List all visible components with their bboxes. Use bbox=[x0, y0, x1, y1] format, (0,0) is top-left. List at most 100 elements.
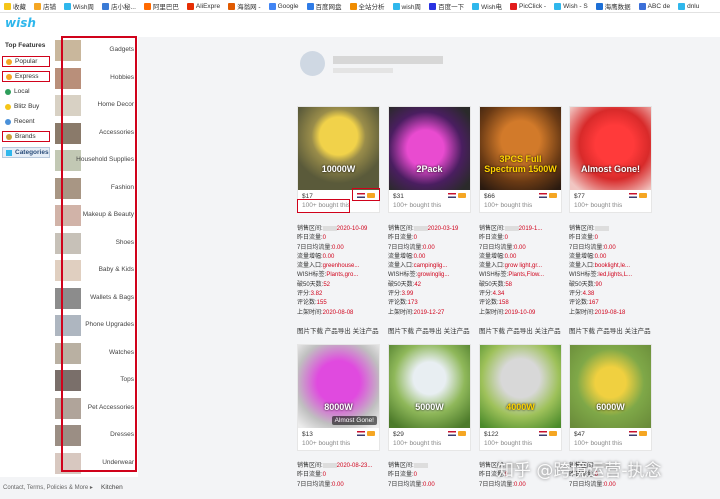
stat-label: 7日日均流量: bbox=[479, 244, 515, 251]
product-image[interactable]: 5000W bbox=[389, 345, 470, 428]
category-item[interactable]: Fashion bbox=[52, 175, 138, 202]
product-card[interactable]: 2Pack $31 100+ bought this bbox=[388, 106, 471, 213]
blurred-value bbox=[322, 462, 337, 468]
bookmark-item[interactable]: 百度一下 bbox=[425, 1, 468, 11]
bookmark-item[interactable]: wish周 bbox=[389, 1, 426, 11]
feature-item-popular[interactable]: Popular bbox=[2, 56, 50, 67]
bookmark-icon bbox=[392, 2, 400, 10]
product-image[interactable]: 8000W Almost Gone! bbox=[298, 345, 379, 428]
product-card[interactable]: 10000W $17 100+ bought this bbox=[297, 106, 380, 213]
bookmark-icon bbox=[306, 2, 314, 10]
product-card[interactable]: 5000W $29 100+ bought this bbox=[388, 344, 471, 451]
bookmark-item[interactable]: 店铺 bbox=[30, 1, 60, 11]
category-item[interactable]: Phone Upgrades bbox=[52, 312, 138, 339]
bookmark-item[interactable]: 收藏 bbox=[0, 1, 30, 11]
bookmark-item[interactable]: AliExpre bbox=[183, 2, 224, 10]
category-item-kitchen[interactable]: Kitchen bbox=[101, 484, 123, 491]
bookmark-item[interactable]: 百度网盘 bbox=[303, 1, 346, 11]
product-actions[interactable]: 图片下载 产品导出 关注产品 bbox=[388, 325, 470, 335]
stat-label: 流量增幅: bbox=[388, 253, 414, 260]
stat-value: 0.00 bbox=[423, 244, 435, 251]
category-item[interactable]: Watches bbox=[52, 340, 138, 367]
bookmark-item[interactable]: Wish电 bbox=[468, 1, 506, 11]
bookmark-item[interactable]: ABC de bbox=[635, 2, 674, 10]
product-card[interactable]: 4000W $122 100+ bought this bbox=[479, 344, 562, 451]
category-thumbnail bbox=[55, 397, 81, 419]
bought-count: 100+ bought this bbox=[393, 202, 442, 209]
category-item[interactable]: Dresses bbox=[52, 422, 138, 449]
product-image[interactable]: 3PCS Full Spectrum 1500W bbox=[480, 107, 561, 190]
bookmark-item[interactable]: 海翁网 - bbox=[224, 1, 264, 11]
bookmark-item[interactable]: Wish - S bbox=[550, 2, 592, 10]
stat-value: 2019-12-27 bbox=[413, 309, 445, 316]
product-image-caption: 8000W bbox=[324, 402, 353, 412]
feature-item-local[interactable]: Local bbox=[2, 86, 50, 97]
category-item[interactable]: Pet Accessories bbox=[52, 395, 138, 422]
stat-value: booklight,le... bbox=[594, 263, 631, 270]
product-card[interactable]: Almost Gone! $77 100+ bought this bbox=[569, 106, 652, 213]
stat-value: 2020-08-23... bbox=[336, 463, 373, 469]
feature-label: Brands bbox=[15, 133, 36, 140]
category-item[interactable]: Baby & Kids bbox=[52, 257, 138, 284]
stat-value: 52 bbox=[323, 281, 331, 288]
category-item[interactable]: Household Supplies bbox=[52, 147, 138, 174]
product-actions[interactable]: 图片下载 产品导出 关注产品 bbox=[569, 325, 651, 335]
bookmark-item[interactable]: Wish周 bbox=[60, 1, 98, 11]
stat-label: WISH标签: bbox=[297, 272, 327, 279]
bookmark-item[interactable]: 海鹰数据 bbox=[592, 1, 635, 11]
stat-row: 销售区间: 2019-1... bbox=[479, 225, 565, 234]
stat-row: 破50天数:52 bbox=[297, 281, 383, 290]
category-label: Accessories bbox=[98, 128, 134, 136]
bookmark-icon bbox=[64, 2, 71, 10]
bookmark-item[interactable]: 店小秘... bbox=[98, 1, 140, 11]
product-card[interactable]: 6000W $47 100+ bought this bbox=[569, 344, 652, 451]
wish-logo[interactable]: wish bbox=[5, 16, 36, 30]
bookmark-item[interactable]: dnlu bbox=[674, 2, 703, 10]
product-card[interactable]: 3PCS Full Spectrum 1500W $66 100+ bought t… bbox=[479, 106, 562, 213]
feature-label: Popular bbox=[15, 58, 38, 65]
bookmark-item[interactable]: 阿里巴巴 bbox=[140, 1, 183, 11]
category-item[interactable]: Home Decor bbox=[52, 92, 138, 119]
bookmark-icon bbox=[554, 2, 562, 10]
category-thumbnail bbox=[55, 260, 81, 281]
stat-label: 评分: bbox=[569, 291, 583, 298]
bookmark-label: Wish电 bbox=[481, 4, 503, 11]
categories-button[interactable]: Categories bbox=[2, 147, 50, 158]
us-flag-icon bbox=[539, 431, 547, 436]
bookmark-item[interactable]: Google bbox=[265, 2, 303, 10]
product-actions[interactable]: 图片下载 产品导出 关注产品 bbox=[479, 325, 561, 335]
stat-value: 0 bbox=[594, 235, 599, 242]
stat-value: 3.82 bbox=[310, 291, 323, 298]
category-item[interactable]: Tops bbox=[52, 367, 138, 394]
product-actions[interactable]: 图片下载 产品导出 关注产品 bbox=[297, 325, 379, 335]
bookmark-item[interactable]: 全站分析 bbox=[346, 1, 389, 11]
bookmark-label: 海鹰数据 bbox=[604, 4, 631, 11]
product-image-caption: 4000W bbox=[506, 402, 535, 412]
product-image[interactable]: 6000W bbox=[570, 345, 651, 428]
feature-item-express[interactable]: Express bbox=[2, 71, 50, 82]
category-item[interactable]: Wallets & Bags bbox=[52, 285, 138, 312]
category-item[interactable]: Shoes bbox=[52, 230, 138, 257]
product-image[interactable]: 4000W bbox=[480, 345, 561, 428]
feature-item-brands[interactable]: Brands bbox=[2, 131, 50, 142]
bookmark-label: 店小秘... bbox=[110, 4, 136, 11]
category-label: Tops bbox=[120, 376, 134, 383]
category-item[interactable]: Gadgets bbox=[52, 37, 138, 64]
bookmark-item[interactable]: PicClick - bbox=[506, 2, 550, 10]
product-image[interactable]: 10000W bbox=[298, 107, 379, 190]
product-image[interactable]: Almost Gone! bbox=[570, 107, 651, 190]
product-card[interactable]: 8000W Almost Gone! $13 100+ bought this bbox=[297, 344, 380, 451]
category-label: Fashion bbox=[110, 183, 134, 191]
stat-value: 167 bbox=[588, 300, 599, 307]
category-item[interactable]: Accessories bbox=[52, 120, 138, 147]
shipping-badges bbox=[357, 431, 375, 436]
stat-row: 7日日均流量:0.00 bbox=[388, 244, 474, 253]
product-image[interactable]: 2Pack bbox=[389, 107, 470, 190]
category-item[interactable]: Hobbies bbox=[52, 65, 138, 92]
stat-row: 上架时间:2019-10-09 bbox=[479, 309, 565, 318]
category-item[interactable]: Underwear bbox=[52, 450, 138, 477]
footer-links[interactable]: Contact, Terms, Policies & More ▸ bbox=[3, 484, 93, 491]
feature-item-blitz-buy[interactable]: Blitz Buy bbox=[2, 101, 50, 112]
category-item[interactable]: Makeup & Beauty bbox=[52, 202, 138, 229]
feature-item-recent[interactable]: Recent bbox=[2, 116, 50, 127]
